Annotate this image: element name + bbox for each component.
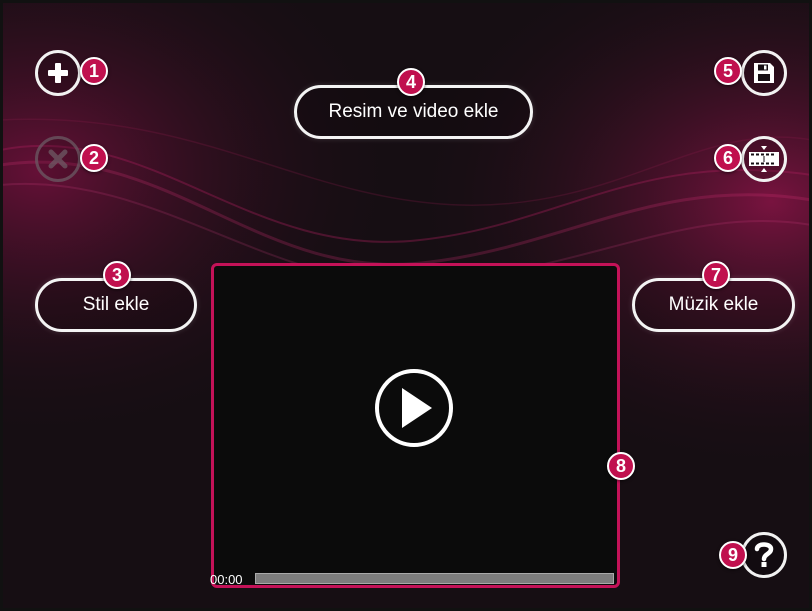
callout-9: 9 (719, 541, 747, 569)
callout-7: 7 (702, 261, 730, 289)
callout-3: 3 (103, 261, 131, 289)
plus-icon (48, 63, 68, 83)
callout-1: 1 (80, 57, 108, 85)
save-button[interactable] (741, 50, 787, 96)
add-media-label: Resim ve video ekle (328, 101, 499, 122)
save-icon (754, 63, 774, 83)
help-icon (754, 542, 774, 567)
close-icon (48, 149, 68, 169)
callout-8: 8 (607, 452, 635, 480)
add-music-label: Müzik ekle (668, 294, 759, 315)
callout-2: 2 (80, 144, 108, 172)
add-style-label: Stil ekle (82, 294, 150, 315)
film-icon (749, 146, 779, 172)
play-button[interactable] (375, 369, 453, 447)
remove-button[interactable] (35, 136, 81, 182)
callout-6: 6 (714, 144, 742, 172)
callout-4: 4 (397, 68, 425, 96)
callout-5: 5 (714, 57, 742, 85)
edit-film-button[interactable] (741, 136, 787, 182)
help-button[interactable] (741, 532, 787, 578)
timecode: 00:00 (210, 572, 243, 587)
video-preview[interactable]: 00:00 (210, 263, 620, 588)
add-button[interactable] (35, 50, 81, 96)
play-icon (402, 388, 432, 428)
seek-bar[interactable] (255, 573, 614, 584)
